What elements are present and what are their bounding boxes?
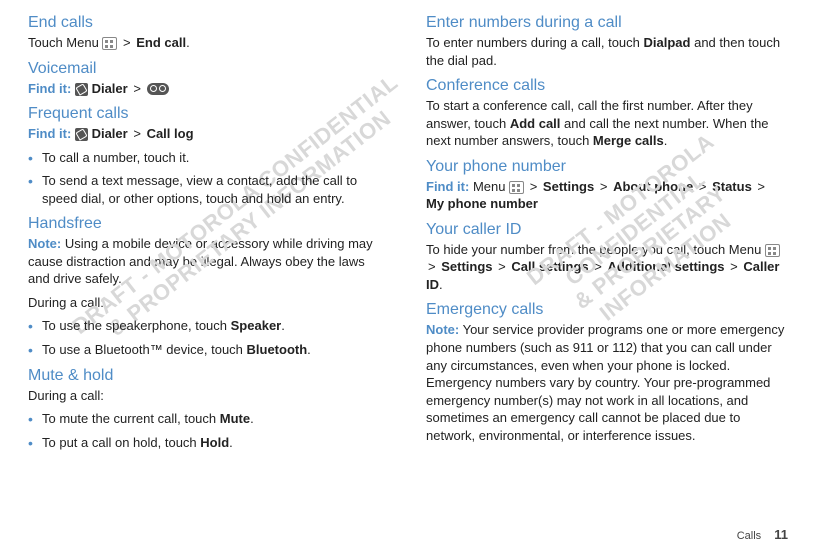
mutehold-bullets: To mute the current call, touch Mute. To… bbox=[28, 410, 390, 451]
heading-voicemail: Voicemail bbox=[28, 60, 390, 78]
end-calls-body: Touch Menu > End call. bbox=[28, 34, 390, 52]
list-item: To mute the current call, touch Mute. bbox=[28, 410, 390, 428]
list-item: To use the speakerphone, touch Speaker. bbox=[28, 317, 390, 335]
heading-conference: Conference calls bbox=[426, 77, 788, 95]
dialer-icon bbox=[75, 83, 88, 96]
menu-icon bbox=[765, 244, 780, 257]
list-item: To use a Bluetooth™ device, touch Blueto… bbox=[28, 341, 390, 359]
emergency-body: Note: Your service provider programs one… bbox=[426, 321, 788, 444]
page-footer: Calls 11 bbox=[737, 527, 788, 542]
menu-icon bbox=[102, 37, 117, 50]
heading-emergency: Emergency calls bbox=[426, 301, 788, 319]
your-number-findit: Find it: Menu > Settings > About phone >… bbox=[426, 178, 788, 213]
frequent-findit: Find it: Dialer > Call log bbox=[28, 125, 390, 143]
heading-enter-numbers: Enter numbers during a call bbox=[426, 14, 788, 32]
heading-end-calls: End calls bbox=[28, 14, 390, 32]
left-column: End calls Touch Menu > End call. Voicema… bbox=[28, 14, 390, 514]
page-columns: End calls Touch Menu > End call. Voicema… bbox=[28, 14, 788, 514]
heading-mute-hold: Mute & hold bbox=[28, 367, 390, 385]
conference-body: To start a conference call, call the fir… bbox=[426, 97, 788, 150]
handsfree-during: During a call: bbox=[28, 294, 390, 312]
frequent-bullets: To call a number, touch it. To send a te… bbox=[28, 149, 390, 208]
list-item: To send a text message, view a contact, … bbox=[28, 172, 390, 207]
menu-icon bbox=[509, 181, 524, 194]
voicemail-findit: Find it: Dialer > bbox=[28, 80, 390, 98]
heading-frequent-calls: Frequent calls bbox=[28, 105, 390, 123]
mutehold-during: During a call: bbox=[28, 387, 390, 405]
right-column: Enter numbers during a call To enter num… bbox=[426, 14, 788, 514]
voicemail-icon bbox=[147, 83, 169, 95]
enter-numbers-body: To enter numbers during a call, touch Di… bbox=[426, 34, 788, 69]
list-item: To put a call on hold, touch Hold. bbox=[28, 434, 390, 452]
caller-id-body: To hide your number from the people you … bbox=[426, 241, 788, 294]
heading-handsfree: Handsfree bbox=[28, 215, 390, 233]
handsfree-note: Note: Using a mobile device or accessory… bbox=[28, 235, 390, 288]
heading-caller-id: Your caller ID bbox=[426, 221, 788, 239]
footer-section: Calls bbox=[737, 530, 761, 542]
handsfree-bullets: To use the speakerphone, touch Speaker. … bbox=[28, 317, 390, 358]
heading-your-number: Your phone number bbox=[426, 158, 788, 176]
dialer-icon bbox=[75, 128, 88, 141]
page-number: 11 bbox=[774, 527, 788, 542]
list-item: To call a number, touch it. bbox=[28, 149, 390, 167]
